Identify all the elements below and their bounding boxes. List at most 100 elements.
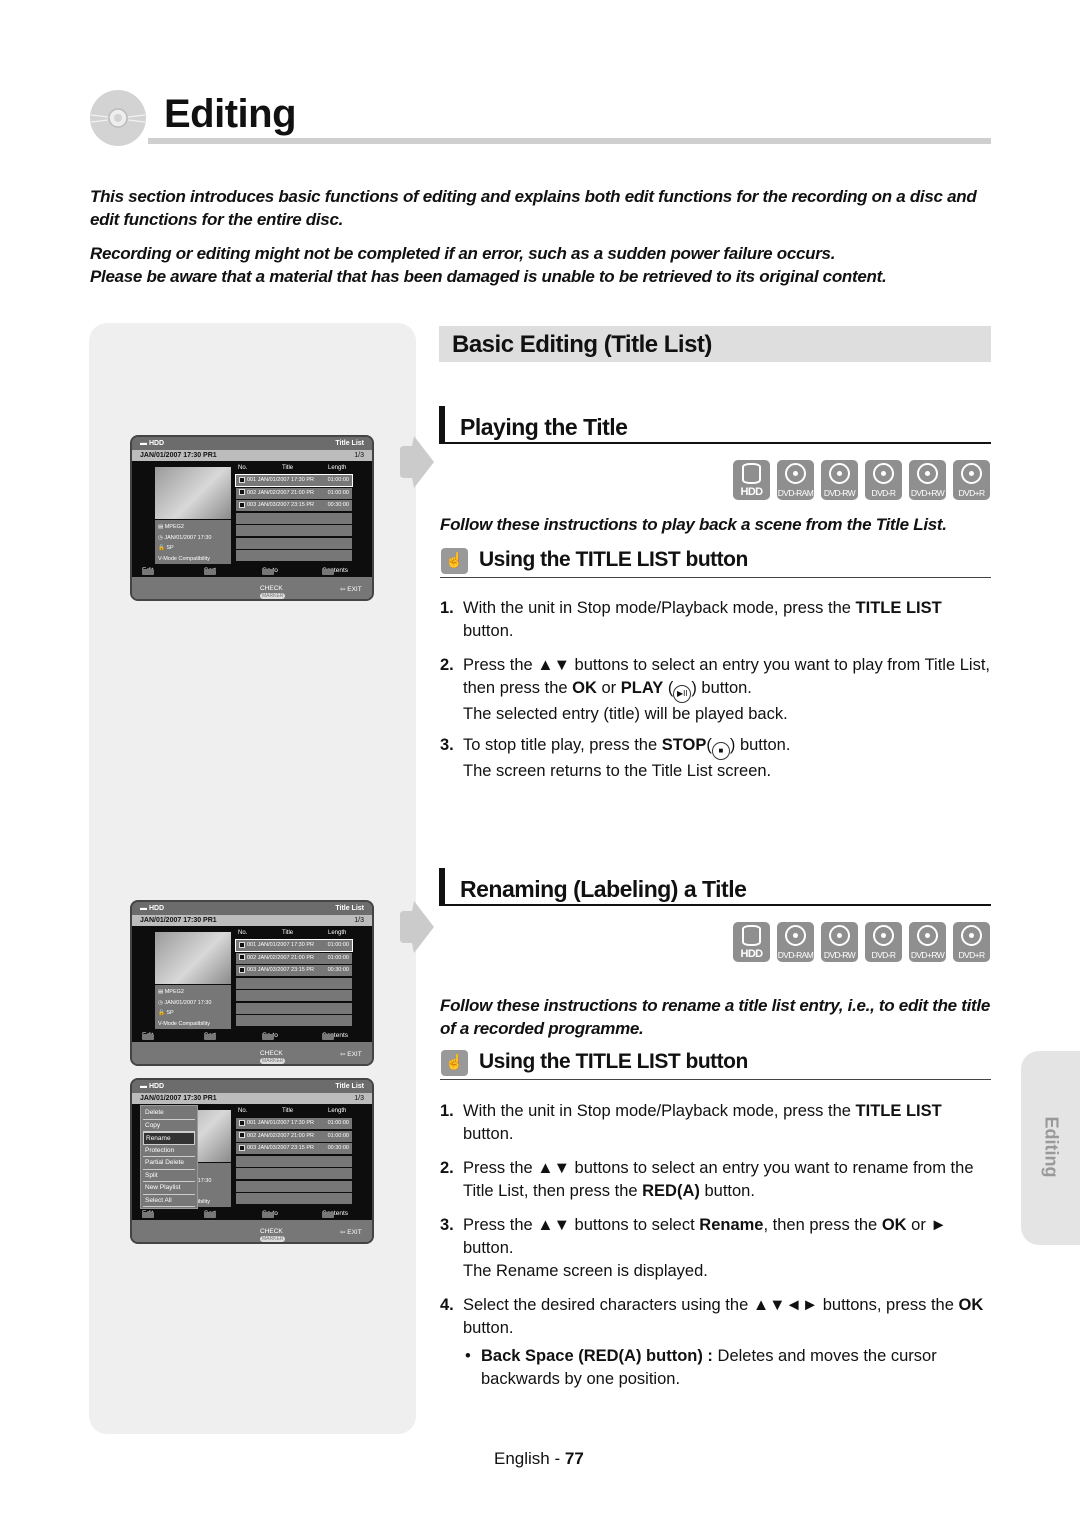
stop-button-icon: ■ (711, 742, 730, 760)
color-key-icon (204, 1212, 216, 1218)
media-badge-label: DVD-RW (823, 488, 856, 498)
checkbox[interactable] (239, 954, 245, 961)
screen-date-channel: JAN/01/2007 17:30 PR1 (140, 1095, 217, 1102)
screen-title: Title List (335, 905, 364, 912)
record-time: ◷ JAN/01/2007 17:30 (158, 999, 212, 1006)
row-text: 001 JAN/01/2007 17:30 PR (247, 477, 314, 483)
key-go-to[interactable]: Go to (262, 1032, 278, 1040)
checkbox[interactable] (239, 489, 245, 496)
marker-button-icon: MARKER (260, 593, 286, 599)
checkbox[interactable] (239, 1132, 245, 1139)
step-1: 1. With the unit in Stop mode/Playback mo… (440, 597, 992, 643)
title-row[interactable] (236, 550, 352, 561)
checkbox[interactable] (239, 941, 245, 948)
key-edit[interactable]: Edit (142, 567, 154, 575)
step-3: 3. Press the ▲▼ buttons to select Rename,… (440, 1214, 992, 1283)
title-row[interactable]: 003 JAN/03/2007 23:15 PR 00:30:00 (236, 1143, 352, 1154)
title-list-screen: ▬ HDD Title List JAN/01/2007 17:30 PR1 1/3 ▤… (130, 900, 374, 1066)
key-edit[interactable]: Edit (142, 1210, 154, 1218)
title-row[interactable] (236, 977, 352, 989)
subsection-heading-playing: Playing the Title (439, 406, 991, 444)
chapter-tab[interactable]: Editing (1021, 1051, 1080, 1245)
title-row[interactable]: 002 JAN/02/2007 21:00 PR 01:00:00 (236, 1130, 352, 1142)
title-row[interactable]: 003 JAN/03/2007 23:15 PR 00:30:00 (236, 965, 352, 976)
title-row[interactable] (236, 1155, 352, 1167)
section-heading: Basic Editing (Title List) (439, 326, 991, 362)
title-row[interactable]: 002 JAN/02/2007 21:00 PR 01:00:00 (236, 952, 352, 964)
arrow-right-icon (400, 436, 434, 488)
media-badge-dvd-rw: DVD-RW (821, 922, 858, 962)
color-key-bar: Edit Sort Go to Contents (132, 1208, 372, 1220)
title-row[interactable]: 002 JAN/02/2007 21:00 PR 01:00:00 (236, 487, 352, 499)
row-text: 002 JAN/02/2007 21:00 PR (247, 489, 314, 496)
edit-menu-item[interactable]: Copy (143, 1120, 195, 1132)
edit-menu-item[interactable]: Split (143, 1170, 195, 1182)
thumbnail (155, 467, 231, 519)
screen-body: ▤ MPEG2 ◷ JAN/01/2007 17:30 🔓 SP V-Mode Com… (132, 461, 372, 565)
disc-icon (873, 925, 894, 946)
step-note: The Rename screen is displayed. (463, 1262, 708, 1280)
hdd-icon (742, 463, 761, 484)
hand-press-icon: ☝ (441, 548, 468, 574)
title-row[interactable] (236, 1015, 352, 1026)
checkbox[interactable] (239, 966, 245, 973)
checkbox[interactable] (239, 501, 245, 508)
title-row[interactable] (236, 1168, 352, 1179)
media-badge-label: DVD+RW (910, 950, 945, 960)
row-length: 01:00:00 (327, 1120, 349, 1126)
media-badge-dvdplusr: DVD+R (953, 460, 990, 500)
media-badge-label: HDD (740, 486, 763, 498)
screen-subheader: JAN/01/2007 17:30 PR1 1/3 (132, 450, 372, 461)
key-sort[interactable]: Sort (204, 1032, 216, 1040)
edit-menu-item[interactable]: Partial Delete (143, 1157, 195, 1170)
row-length: 00:30:00 (327, 502, 349, 508)
edit-menu-item[interactable]: Select All (143, 1195, 195, 1207)
title-row[interactable]: 003 JAN/03/2007 23:15 PR 00:30:00 (236, 500, 352, 511)
step-2: 2. Press the ▲▼ buttons to select an entr… (440, 654, 992, 726)
edit-menu-item[interactable]: Rename (143, 1132, 195, 1145)
title-row[interactable]: 001 JAN/01/2007 17:30 PR 01:00:00 (236, 1118, 352, 1129)
title-row[interactable] (236, 537, 352, 549)
checkbox[interactable] (239, 476, 245, 483)
key-go-to[interactable]: Go to (262, 567, 278, 575)
key-sort[interactable]: Sort (204, 567, 216, 575)
media-badges: HDD DVD-RAM DVD-RW DVD-R DVD+RW DVD+R (733, 922, 991, 962)
title-row[interactable]: 001 JAN/01/2007 17:30 PR 01:00:00 (235, 474, 353, 487)
record-time: ◷ JAN/01/2007 17:30 (158, 534, 212, 541)
screen-source: ▬ HDD (140, 440, 165, 447)
checkbox[interactable] (239, 1144, 245, 1151)
title-row[interactable] (236, 990, 352, 1001)
key-sort[interactable]: Sort (204, 1210, 216, 1218)
title-row[interactable] (236, 1193, 352, 1204)
title-row[interactable] (236, 512, 352, 524)
title-row[interactable]: 001 JAN/01/2007 17:30 PR 01:00:00 (235, 939, 353, 952)
key-edit[interactable]: Edit (142, 1032, 154, 1040)
screen-subheader: JAN/01/2007 17:30 PR1 1/3 (132, 915, 372, 926)
key-contents[interactable]: Contents (322, 567, 348, 575)
exit-hint: ⇦ EXIT (340, 1229, 362, 1236)
compatibility: V-Mode Compatibility (158, 555, 210, 562)
title-rows: 001 JAN/01/2007 17:30 PR 01:00:00 002 JAN/… (235, 474, 353, 563)
color-key-icon (322, 569, 334, 575)
row-length: 01:00:00 (327, 489, 349, 496)
title-row[interactable] (236, 525, 352, 536)
key-go-to[interactable]: Go to (262, 1210, 278, 1218)
subsection-heading-renaming: Renaming (Labeling) a Title (439, 868, 991, 906)
step-number: 1. (440, 1102, 454, 1120)
color-key-icon (262, 569, 274, 575)
edit-menu-item[interactable]: New Playlist (143, 1182, 195, 1195)
disc-icon (961, 463, 982, 484)
title-row[interactable] (236, 1002, 352, 1014)
edit-menu-item[interactable]: Delete (143, 1107, 195, 1120)
media-badge-label: DVD+R (958, 488, 985, 498)
checkbox[interactable] (239, 1119, 245, 1126)
screen-source: ▬ HDD (140, 905, 165, 912)
media-badge-label: DVD-RAM (777, 488, 814, 498)
title-row[interactable] (236, 1180, 352, 1192)
edit-menu-item[interactable]: Protection (143, 1145, 195, 1157)
media-badge-dvd-r: DVD-R (865, 460, 902, 500)
step-number: 3. (440, 1216, 454, 1234)
key-contents[interactable]: Contents (322, 1210, 348, 1218)
key-contents[interactable]: Contents (322, 1032, 348, 1040)
row-text: 003 JAN/03/2007 23:15 PR (247, 502, 314, 508)
